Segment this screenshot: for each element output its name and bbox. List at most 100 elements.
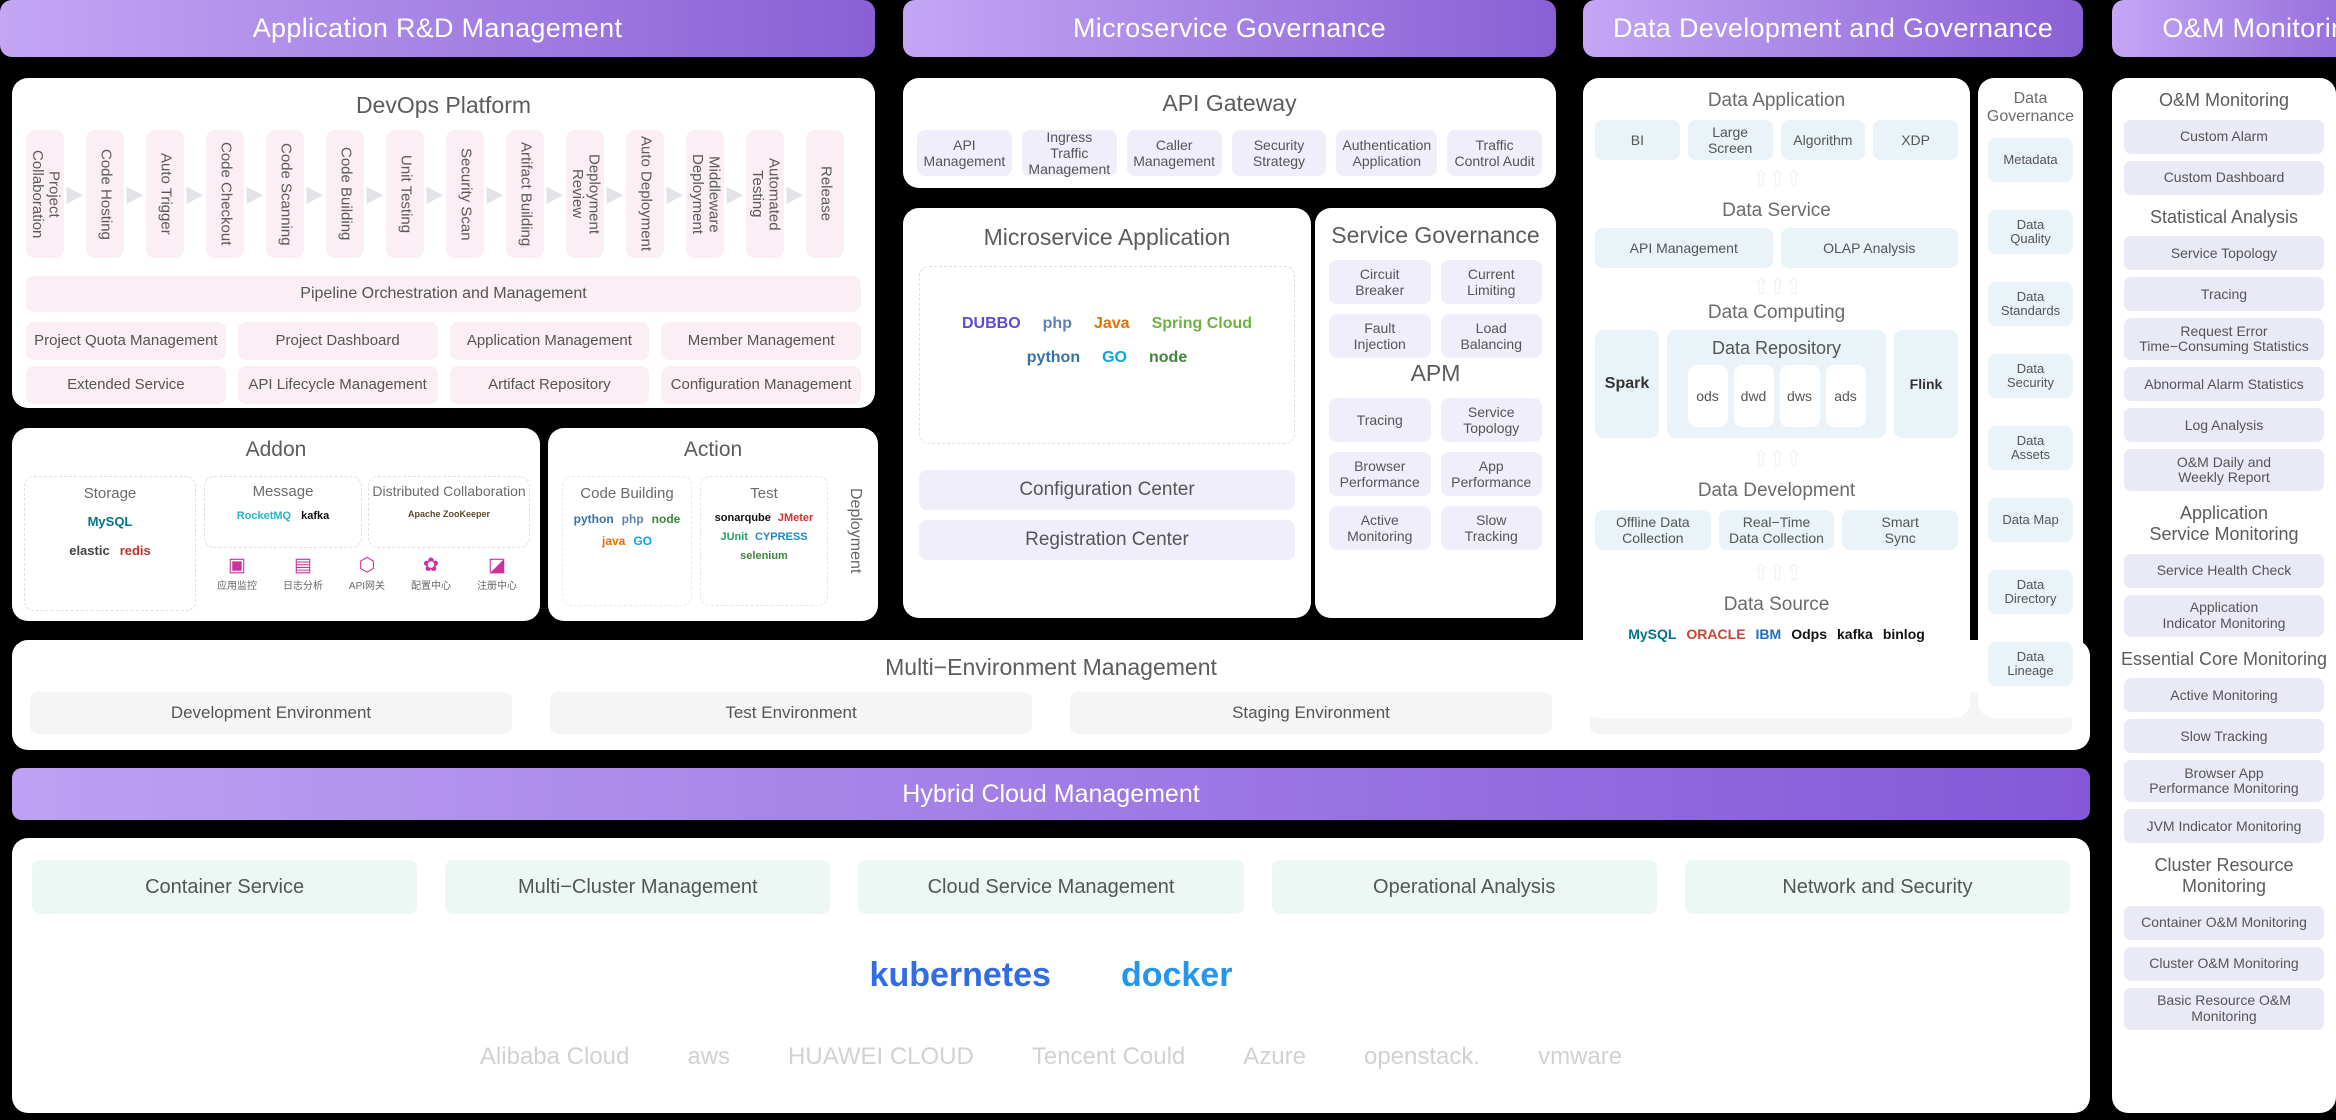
pipeline-stage[interactable]: Code Checkout — [206, 130, 244, 258]
apm-item[interactable]: App Performance — [1440, 452, 1542, 496]
om-item[interactable]: Service Topology — [2124, 236, 2324, 271]
pipeline-stage[interactable]: Security Scan — [446, 130, 484, 258]
data-governance-item[interactable]: Data Quality — [1988, 210, 2073, 254]
devops-feature[interactable]: Configuration Management — [661, 366, 861, 404]
addon-icon-item[interactable]: ◪ 注册中心 — [477, 556, 517, 592]
api-gateway-item[interactable]: Authentication Application — [1336, 130, 1438, 176]
om-item[interactable]: Service Health Check — [2124, 553, 2324, 588]
cloud-service-item[interactable]: Network and Security — [1684, 860, 2070, 914]
apm-item[interactable]: Browser Performance — [1329, 452, 1431, 496]
apm-item[interactable]: Slow Tracking — [1440, 506, 1542, 550]
pipeline-stage[interactable]: Auto Trigger — [146, 130, 184, 258]
data-repository-layer[interactable]: ads — [1825, 365, 1866, 427]
data-application-item[interactable]: XDP — [1873, 120, 1958, 160]
apm-item[interactable]: Service Topology — [1440, 398, 1542, 442]
data-application-item[interactable]: BI — [1595, 120, 1680, 160]
addon-icon-item[interactable]: ✿ 配置中心 — [411, 556, 451, 592]
devops-feature[interactable]: Extended Service — [26, 366, 226, 404]
pipeline-stage[interactable]: Unit Testing — [386, 130, 424, 258]
api-gateway-item[interactable]: Caller Management — [1126, 130, 1222, 176]
data-development-item[interactable]: Real−Time Data Collection — [1718, 510, 1835, 550]
data-governance-item[interactable]: Data Standards — [1988, 282, 2073, 326]
om-item[interactable]: O&M Daily and Weekly Report — [2124, 449, 2324, 492]
pipeline-stage[interactable]: Artifact Building — [506, 130, 544, 258]
pipeline-stage[interactable]: Code Hosting — [86, 130, 124, 258]
devops-feature[interactable]: API Lifecycle Management — [237, 366, 438, 404]
pipeline-stage[interactable]: Project Collaboration — [26, 130, 64, 258]
om-item[interactable]: Custom Dashboard — [2124, 160, 2324, 195]
devops-feature[interactable]: Project Dashboard — [237, 322, 438, 360]
test-logo: CYPRESS — [754, 531, 808, 543]
om-item[interactable]: Abnormal Alarm Statistics — [2124, 367, 2324, 402]
apm-item[interactable]: Tracing — [1329, 398, 1431, 442]
om-item[interactable]: Cluster O&M Monitoring — [2124, 946, 2324, 981]
data-repository-layer[interactable]: dws — [1779, 365, 1820, 427]
om-item[interactable]: Request Error Time−Consuming Statistics — [2124, 318, 2324, 361]
data-application-item[interactable]: Large Screen — [1687, 120, 1773, 160]
environment-item[interactable]: Staging Environment — [1070, 692, 1552, 734]
service-governance-item[interactable]: Current Limiting — [1440, 260, 1542, 304]
om-item[interactable]: Tracing — [2124, 277, 2324, 312]
deployment-label: Deployment — [847, 488, 864, 574]
om-item[interactable]: Container O&M Monitoring — [2124, 905, 2324, 940]
cloud-vendor-logos: Alibaba Cloud aws HUAWEI CLOUD Tencent Coul… — [12, 1043, 2090, 1071]
api-gateway-item[interactable]: API Management — [916, 130, 1012, 176]
registration-center[interactable]: Registration Center — [919, 520, 1295, 560]
devops-feature[interactable]: Member Management — [661, 322, 861, 360]
addon-icon-item[interactable]: ▣ 应用监控 — [217, 556, 257, 592]
addon-icon-item[interactable]: ▤ 日志分析 — [283, 556, 323, 592]
pipeline-stage[interactable]: Deployment Review — [566, 130, 604, 258]
framework-logos-row2: python GO node — [920, 349, 1294, 367]
data-service-item[interactable]: API Management — [1595, 228, 1773, 268]
data-application-item[interactable]: Algorithm — [1780, 120, 1866, 160]
devops-feature[interactable]: Artifact Repository — [449, 366, 650, 404]
pipeline-stage[interactable]: Code Scanning — [266, 130, 304, 258]
environment-item[interactable]: Test Environment — [550, 692, 1032, 734]
om-item[interactable]: JVM Indicator Monitoring — [2124, 809, 2324, 844]
cloud-service-item[interactable]: Container Service — [32, 860, 418, 914]
data-development-item[interactable]: Smart Sync — [1842, 510, 1959, 550]
cloud-service-item[interactable]: Multi−Cluster Management — [445, 860, 831, 914]
data-governance-item[interactable]: Data Map — [1988, 498, 2073, 542]
om-item[interactable]: Basic Resource O&M Monitoring — [2124, 987, 2324, 1030]
data-service-item[interactable]: OLAP Analysis — [1780, 228, 1958, 268]
service-governance-items: Circuit Breaker Current Limiting Fault Inj… — [1329, 260, 1542, 358]
data-repository-layer[interactable]: dwd — [1733, 365, 1774, 427]
data-repository-layer[interactable]: ods — [1687, 365, 1728, 427]
code-building-box: Code Building python php node java GO — [562, 476, 692, 606]
data-source-logo: MySQL — [1628, 626, 1677, 642]
om-item[interactable]: Log Analysis — [2124, 408, 2324, 443]
pipeline-arrow-icon: ▶ — [306, 181, 324, 206]
devops-feature[interactable]: Project Quota Management — [26, 322, 226, 360]
api-gateway-item[interactable]: Security Strategy — [1231, 130, 1327, 176]
addon-icon-item[interactable]: ⬡ API网关 — [349, 556, 385, 592]
environment-item[interactable]: Development Environment — [30, 692, 512, 734]
cloud-service-item[interactable]: Cloud Service Management — [858, 860, 1244, 914]
data-development-item[interactable]: Offline Data Collection — [1595, 510, 1711, 550]
devops-feature[interactable]: Application Management — [449, 322, 650, 360]
cloud-service-item[interactable]: Operational Analysis — [1271, 860, 1657, 914]
om-item[interactable]: Slow Tracking — [2124, 719, 2324, 754]
api-gateway-item[interactable]: Ingress Traffic Management — [1021, 129, 1117, 177]
service-governance-item[interactable]: Load Balancing — [1440, 314, 1542, 358]
cloud-service-list: Container Service Multi−Cluster Managemen… — [32, 860, 2070, 914]
service-governance-item[interactable]: Fault Injection — [1329, 314, 1431, 358]
data-governance-item[interactable]: Data Lineage — [1988, 642, 2073, 686]
service-governance-item[interactable]: Circuit Breaker — [1329, 260, 1431, 304]
om-item[interactable]: Application Indicator Monitoring — [2124, 594, 2324, 637]
data-governance-item[interactable]: Data Security — [1988, 354, 2073, 398]
om-item[interactable]: Active Monitoring — [2124, 678, 2324, 713]
data-governance-item[interactable]: Data Assets — [1988, 426, 2073, 470]
api-gateway-item[interactable]: Traffic Control Audit — [1447, 130, 1543, 176]
om-item[interactable]: Custom Alarm — [2124, 119, 2324, 154]
pipeline-stage[interactable]: Code Building — [326, 130, 364, 258]
apm-item[interactable]: Active Monitoring — [1329, 506, 1431, 550]
pipeline-stage[interactable]: Automated Testing — [746, 130, 784, 258]
pipeline-stage[interactable]: Auto Deployment — [626, 130, 664, 258]
data-governance-item[interactable]: Metadata — [1988, 138, 2073, 182]
data-governance-item[interactable]: Data Directory — [1988, 570, 2073, 614]
configuration-center[interactable]: Configuration Center — [919, 470, 1295, 510]
pipeline-stage[interactable]: Middleware Deployment — [686, 130, 724, 258]
om-item[interactable]: Browser App Performance Monitoring — [2124, 760, 2324, 803]
pipeline-stage[interactable]: Release — [806, 130, 844, 258]
